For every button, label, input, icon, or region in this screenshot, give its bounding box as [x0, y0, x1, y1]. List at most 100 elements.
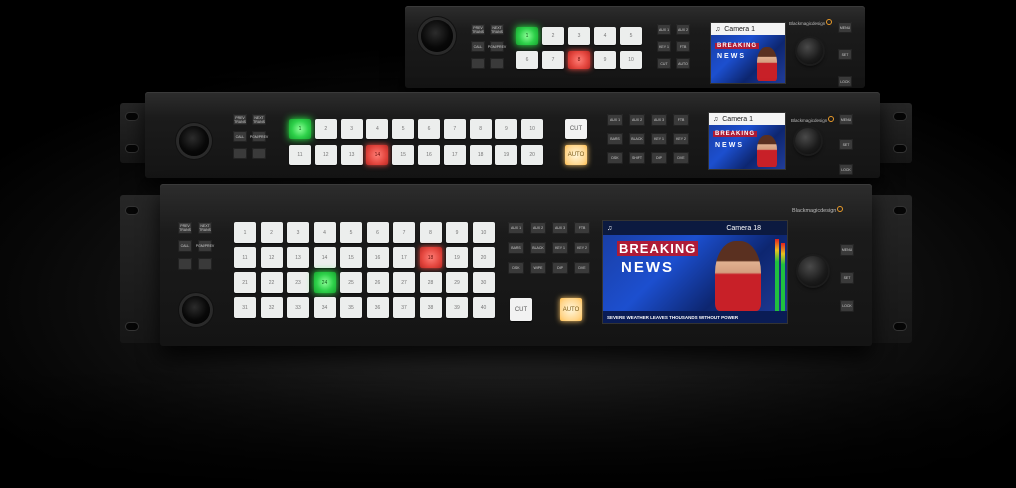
bot-source-button[interactable]: 35: [340, 297, 362, 318]
top-function-key[interactable]: AUTO: [676, 58, 690, 69]
mid-source-button[interactable]: 17: [443, 145, 466, 165]
bot-source-button[interactable]: 16: [366, 247, 389, 268]
bot-source-button[interactable]: 25: [340, 272, 362, 293]
top-source-button[interactable]: 1: [516, 27, 538, 45]
bot-source-button[interactable]: 34: [313, 297, 336, 318]
bot-source-button[interactable]: 40: [472, 297, 495, 318]
bot-source-button[interactable]: 38: [419, 297, 442, 318]
mid-function-key[interactable]: [252, 148, 266, 159]
bot-source-button[interactable]: 19: [446, 247, 468, 268]
bot-function-key[interactable]: MENU: [840, 244, 854, 256]
mid-source-button[interactable]: 18: [469, 145, 492, 165]
selector-knob[interactable]: [797, 38, 823, 64]
bot-source-button[interactable]: 27: [393, 272, 415, 293]
mid-function-key[interactable]: [233, 148, 247, 159]
mid-source-button[interactable]: 4: [366, 119, 389, 139]
bot-source-button[interactable]: 18: [419, 247, 442, 268]
selector-knob[interactable]: [795, 128, 821, 154]
bot-source-button[interactable]: 21: [234, 272, 256, 293]
bot-function-key[interactable]: AUX 3: [552, 222, 568, 234]
bot-source-button[interactable]: 32: [260, 297, 283, 318]
bot-source-button[interactable]: 15: [340, 247, 362, 268]
top-source-button[interactable]: 3: [568, 27, 590, 45]
bot-source-button[interactable]: 1: [234, 222, 256, 243]
top-source-button[interactable]: 7: [542, 51, 564, 69]
auto-button[interactable]: AUTO: [565, 145, 587, 165]
bot-source-button[interactable]: 33: [287, 297, 309, 318]
top-function-key[interactable]: SET: [838, 49, 852, 60]
bot-source-button[interactable]: 36: [366, 297, 389, 318]
bot-source-button[interactable]: 12: [260, 247, 283, 268]
mid-function-key[interactable]: FTB: [673, 114, 689, 126]
bot-source-button[interactable]: 11: [234, 247, 256, 268]
bot-function-key[interactable]: DVE: [574, 262, 590, 274]
mid-source-button[interactable]: 5: [392, 119, 415, 139]
mid-function-key[interactable]: MENU: [839, 114, 853, 125]
bot-function-key[interactable]: AUX 1: [508, 222, 524, 234]
bot-function-key[interactable]: [178, 258, 192, 270]
mid-function-key[interactable]: PREV TRANS: [233, 114, 247, 125]
mid-source-button[interactable]: 1: [289, 119, 311, 139]
top-source-button[interactable]: 10: [620, 51, 642, 69]
mid-source-button[interactable]: 8: [469, 119, 492, 139]
mid-function-key[interactable]: BARS: [607, 133, 623, 145]
bot-source-button[interactable]: 2: [260, 222, 283, 243]
top-function-key[interactable]: MENU: [838, 22, 852, 33]
selector-knob[interactable]: [798, 256, 828, 286]
mid-function-key[interactable]: BLACK: [629, 133, 645, 145]
bot-source-button[interactable]: 39: [446, 297, 468, 318]
bot-function-key[interactable]: AUX 2: [530, 222, 546, 234]
bot-function-key[interactable]: BLACK: [530, 242, 546, 254]
cut-button[interactable]: CUT: [510, 298, 532, 321]
mid-source-button[interactable]: 6: [418, 119, 440, 139]
bot-function-key[interactable]: KEY 2: [574, 242, 590, 254]
top-function-key[interactable]: AUX 2: [676, 24, 690, 35]
mid-function-key[interactable]: SHIFT: [629, 152, 645, 164]
mid-source-button[interactable]: 10: [521, 119, 544, 139]
mid-source-button[interactable]: 2: [314, 119, 337, 139]
mid-function-key[interactable]: NEXT TRANS: [252, 114, 266, 125]
mid-source-button[interactable]: 16: [418, 145, 440, 165]
bot-source-button[interactable]: 4: [313, 222, 336, 243]
top-source-button[interactable]: 9: [594, 51, 616, 69]
mid-source-button[interactable]: 7: [443, 119, 466, 139]
bot-function-key[interactable]: FTB: [574, 222, 590, 234]
top-function-key[interactable]: CALL: [471, 41, 485, 52]
top-source-button[interactable]: 2: [542, 27, 564, 45]
mid-source-button[interactable]: 11: [289, 145, 311, 165]
mid-function-key[interactable]: KEY 2: [673, 133, 689, 145]
top-function-key[interactable]: LOCK: [838, 76, 852, 87]
top-function-key[interactable]: CUT: [657, 58, 671, 69]
top-function-key[interactable]: PREV TRANS: [471, 24, 485, 35]
mid-source-button[interactable]: 14: [366, 145, 389, 165]
bot-source-button[interactable]: 13: [287, 247, 309, 268]
mid-source-button[interactable]: 3: [340, 119, 363, 139]
top-function-key[interactable]: [471, 58, 485, 69]
top-function-key[interactable]: KEY 1: [657, 41, 671, 52]
mid-function-key[interactable]: PGM/PREV: [250, 131, 268, 142]
bot-source-button[interactable]: 28: [419, 272, 442, 293]
bot-source-button[interactable]: 30: [472, 272, 495, 293]
top-source-button[interactable]: 8: [568, 51, 590, 69]
mid-source-button[interactable]: 9: [495, 119, 518, 139]
bot-source-button[interactable]: 23: [287, 272, 309, 293]
mid-function-key[interactable]: AUX 2: [629, 114, 645, 126]
bot-source-button[interactable]: 37: [393, 297, 415, 318]
bot-source-button[interactable]: 20: [472, 247, 495, 268]
top-source-button[interactable]: 4: [594, 27, 616, 45]
bot-function-key[interactable]: PREV TRANS: [178, 222, 192, 234]
bot-function-key[interactable]: KEY 1: [552, 242, 568, 254]
mid-function-key[interactable]: CALL: [233, 131, 247, 142]
top-function-key[interactable]: [490, 58, 504, 69]
bot-function-key[interactable]: DSK: [508, 262, 524, 274]
mid-source-button[interactable]: 20: [521, 145, 544, 165]
bot-source-button[interactable]: 9: [446, 222, 468, 243]
bot-function-key[interactable]: PGM/PREV: [196, 240, 214, 252]
mid-function-key[interactable]: DSK: [607, 152, 623, 164]
mid-function-key[interactable]: KEY 1: [651, 133, 667, 145]
top-function-key[interactable]: NEXT TRANS: [490, 24, 504, 35]
bot-source-button[interactable]: 14: [313, 247, 336, 268]
bot-source-button[interactable]: 31: [234, 297, 256, 318]
top-function-key[interactable]: FTB: [676, 41, 690, 52]
bot-function-key[interactable]: NEXT TRANS: [198, 222, 212, 234]
